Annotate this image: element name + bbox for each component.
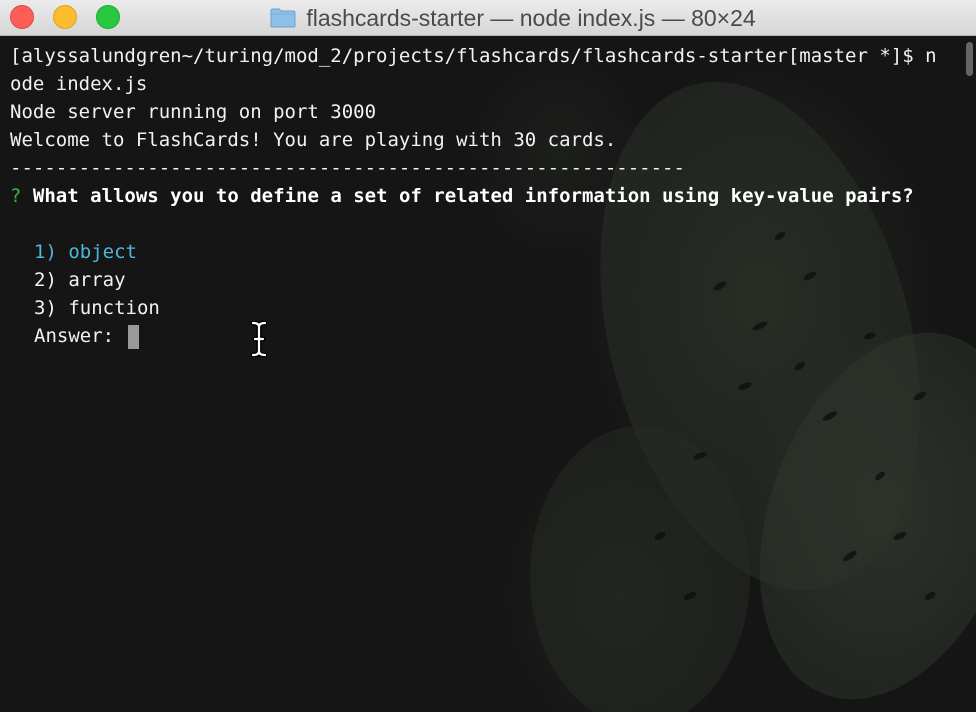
answer-option-1[interactable]: 1) object xyxy=(10,238,970,266)
question-mark-icon: ? xyxy=(10,185,22,207)
divider-line: ----------------------------------------… xyxy=(10,157,685,179)
answer-prompt[interactable]: Answer: xyxy=(10,322,970,350)
title-bar[interactable]: flashcards-starter — node index.js — 80×… xyxy=(0,0,976,36)
question-line: ? What allows you to define a set of rel… xyxy=(10,182,970,210)
answer-option-2[interactable]: 2) array xyxy=(10,266,970,294)
prompt-command-line: [alyssalundgren~/turing/mod_2/projects/f… xyxy=(10,45,937,67)
answer-option-3[interactable]: 3) function xyxy=(10,294,970,322)
answer-label: Answer: xyxy=(34,325,115,347)
window-title-group: flashcards-starter — node index.js — 80×… xyxy=(0,0,976,36)
folder-icon xyxy=(270,8,296,28)
i-beam-cursor-icon xyxy=(250,321,268,357)
terminal-output: [alyssalundgren~/turing/mod_2/projects/f… xyxy=(10,42,970,350)
window-title: flashcards-starter — node index.js — 80×… xyxy=(306,4,756,31)
prompt-command-continuation: ode index.js xyxy=(10,73,148,95)
terminal-body[interactable]: [alyssalundgren~/turing/mod_2/projects/f… xyxy=(0,36,976,712)
text-cursor xyxy=(127,324,139,349)
terminal-window: flashcards-starter — node index.js — 80×… xyxy=(0,0,976,712)
welcome-message: Welcome to FlashCards! You are playing w… xyxy=(10,129,617,151)
question-text: What allows you to define a set of relat… xyxy=(32,185,914,207)
server-status-message: Node server running on port 3000 xyxy=(10,101,377,123)
